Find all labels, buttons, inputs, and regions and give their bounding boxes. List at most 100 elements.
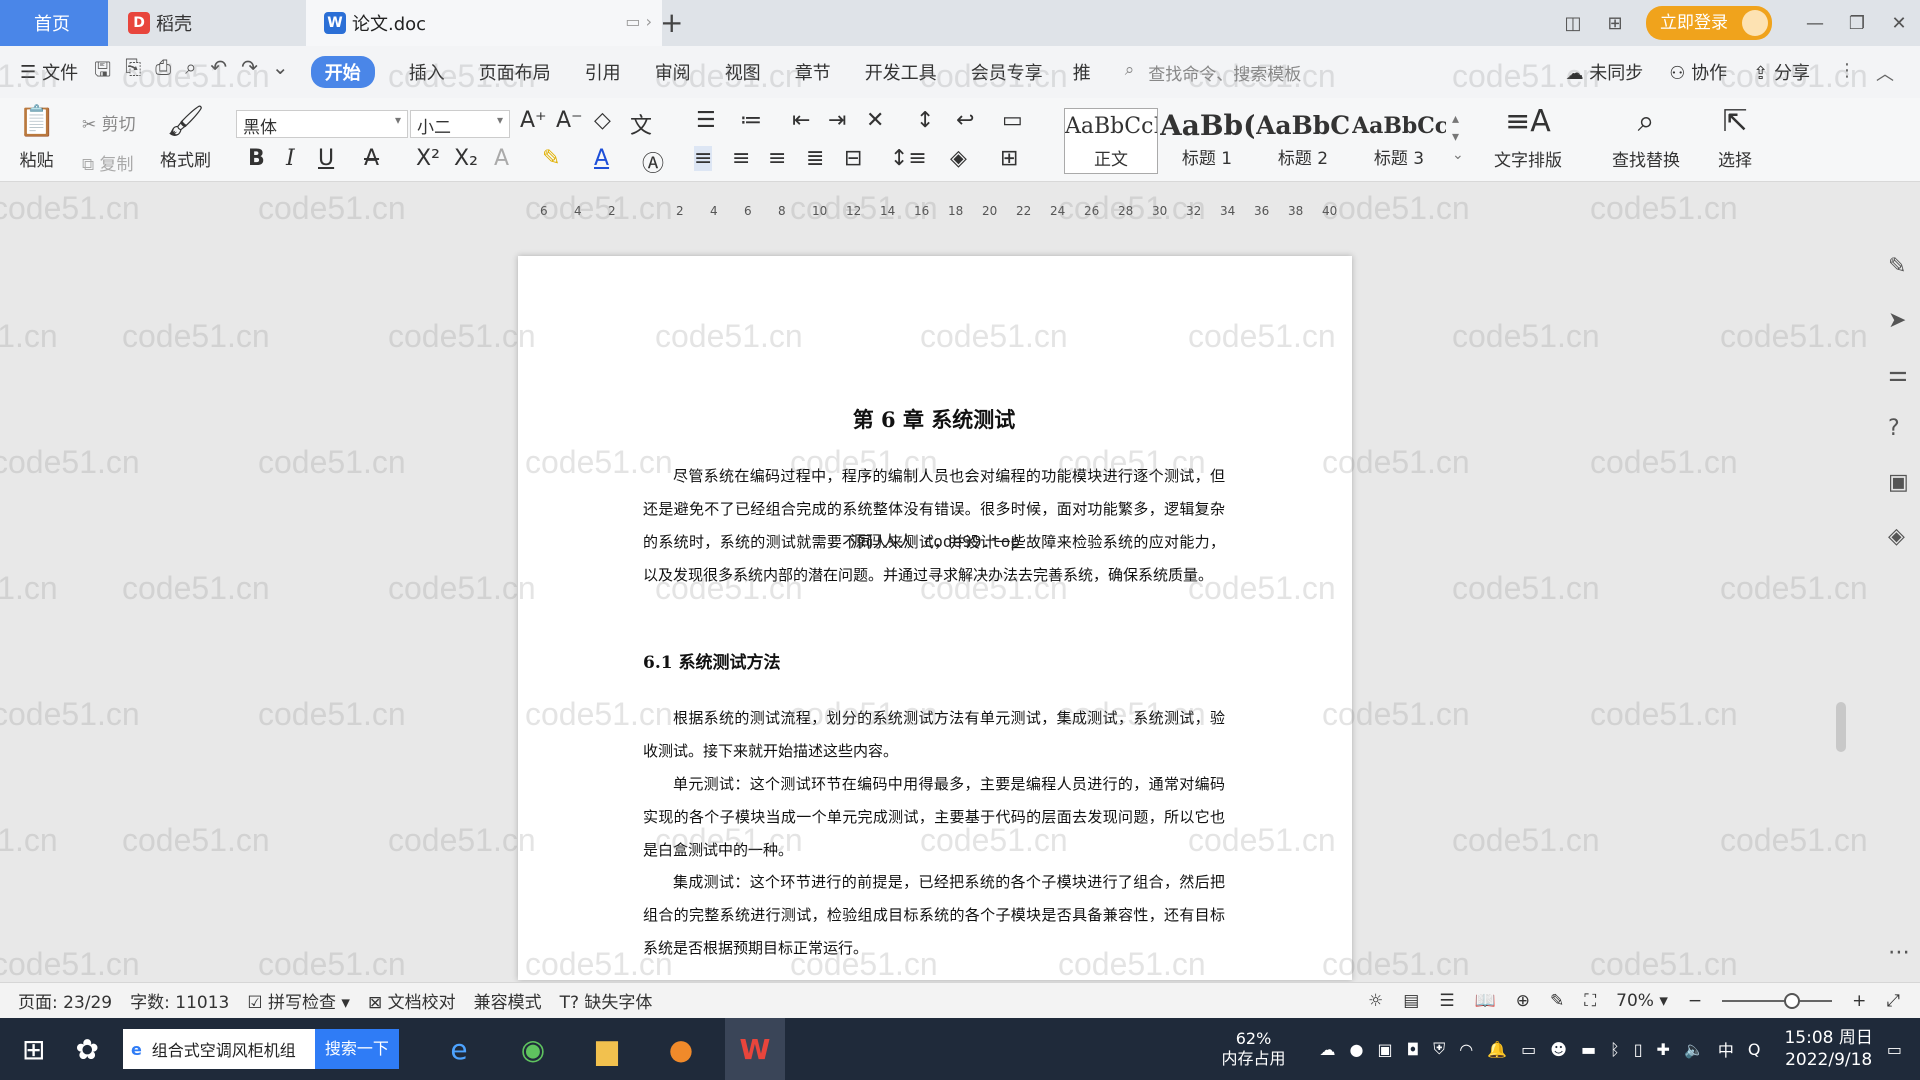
scrollbar-thumb[interactable] — [1836, 702, 1846, 752]
qq-icon[interactable]: ☻ — [1550, 1040, 1567, 1059]
pointer-icon[interactable]: ➤ — [1888, 308, 1906, 333]
volume-icon[interactable]: 🔈 — [1684, 1040, 1704, 1059]
print-icon[interactable]: ⎙ — [155, 55, 171, 89]
apps-grid-icon[interactable]: ⊞ — [1594, 13, 1636, 34]
layout-icon[interactable]: ◫ — [1552, 13, 1594, 34]
tray-app-icon[interactable]: ◘ — [1407, 1040, 1420, 1059]
missing-font[interactable]: T? 缺失字体 — [560, 988, 653, 1013]
vertical-scrollbar[interactable] — [1834, 232, 1848, 972]
clear-format-icon[interactable]: ◇ — [594, 108, 611, 133]
recorder-app-icon[interactable]: ● — [651, 1018, 711, 1080]
numbered-list-icon[interactable]: ≔ — [740, 108, 762, 133]
document-page[interactable]: 第 6 章 系统测试 尽管系统在编码过程中，程序的编制人员也会对编程的功能模块进… — [518, 256, 1352, 980]
justify-icon[interactable]: ≣ — [806, 146, 824, 171]
tab-start[interactable]: 开始 — [310, 56, 375, 88]
text-effect-icon[interactable]: A — [494, 146, 509, 171]
style-heading-2[interactable]: AaBbC 标题 2 — [1256, 108, 1350, 174]
minimize-icon[interactable]: — — [1794, 13, 1836, 34]
taskbar-search[interactable]: e 组合式空调风柜机组 搜索一下 — [122, 1029, 399, 1069]
pen-icon[interactable]: ✎ — [1888, 254, 1906, 279]
tab-daoke[interactable]: D 稻壳 — [110, 0, 300, 46]
new-tab-button[interactable]: + — [660, 6, 683, 39]
customize-chevron-icon[interactable]: ⌄ — [272, 55, 289, 89]
align-left-icon[interactable]: ≡ — [694, 146, 713, 171]
tab-view[interactable]: 视图 — [725, 59, 761, 85]
zoom-out-icon[interactable]: − — [1688, 991, 1702, 1011]
highlight-icon[interactable]: ✎ — [542, 146, 560, 171]
style-normal[interactable]: AaBbCcI 正文 — [1064, 108, 1158, 174]
tab-chapter[interactable]: 章节 — [795, 59, 831, 85]
close-icon[interactable]: ✕ — [1878, 13, 1920, 34]
wifi-icon[interactable]: ◠ — [1459, 1040, 1473, 1059]
windows-start-icon[interactable]: ⊞ — [22, 1033, 45, 1066]
assistant-icon[interactable]: ✿ — [75, 1033, 98, 1066]
taskbar-search-button[interactable]: 搜索一下 — [314, 1029, 399, 1069]
tray-app-icon[interactable]: ▭ — [1521, 1040, 1536, 1059]
page-view-icon[interactable]: ▤ — [1403, 991, 1419, 1011]
file-menu[interactable]: ☰ 文件 — [20, 59, 78, 85]
styles-scroll-icon[interactable]: ▴ ▾ ⌄ — [1452, 110, 1464, 164]
fit-page-icon[interactable]: ⛶ — [1584, 991, 1596, 1011]
tab-insert[interactable]: 插入 — [409, 59, 445, 85]
bullet-list-icon[interactable]: ☰ — [696, 108, 716, 133]
notification-bell-icon[interactable]: 🔔 — [1487, 1040, 1507, 1059]
zoom-in-icon[interactable]: + — [1852, 991, 1866, 1011]
read-view-icon[interactable]: 📖 — [1475, 991, 1496, 1011]
ie-browser-icon[interactable]: e — [429, 1018, 489, 1080]
distributed-icon[interactable]: ⊟ — [844, 146, 862, 171]
image-tool-icon[interactable]: ▣ — [1888, 470, 1909, 495]
align-center-icon[interactable]: ≡ — [732, 146, 750, 171]
collab-button[interactable]: ⚇ 协作 — [1669, 59, 1727, 85]
zoom-level[interactable]: 70% ▾ — [1616, 991, 1668, 1011]
zoom-slider-knob[interactable] — [1784, 993, 1801, 1009]
copy-button[interactable]: ⧉ 复制 — [82, 150, 134, 175]
taskbar-search-input[interactable]: 组合式空调风柜机组 — [142, 1037, 315, 1061]
font-color-icon[interactable]: A — [594, 146, 609, 171]
tab-document[interactable]: W 论文.doc ▭ › — [306, 0, 662, 46]
input-method-icon[interactable]: Q — [1748, 1040, 1761, 1059]
paste-button[interactable]: 📋 粘贴 — [18, 104, 55, 171]
usb-icon[interactable]: ▯ — [1634, 1040, 1643, 1059]
font-name-select[interactable]: 黑体 ▾ — [236, 110, 408, 138]
more-dots-icon[interactable]: ⋯ — [1888, 940, 1910, 965]
text-layout-button[interactable]: ≡A 文字排版 — [1494, 104, 1562, 171]
tray-app-icon[interactable]: ▣ — [1377, 1040, 1392, 1059]
shrink-font-icon[interactable]: A⁻ — [556, 108, 583, 133]
borders-icon[interactable]: ⊞ — [1000, 146, 1018, 171]
redo-icon[interactable]: ↷ — [241, 55, 258, 89]
tab-page-layout[interactable]: 页面布局 — [479, 59, 551, 85]
show-marks-icon[interactable]: ↩ — [956, 108, 974, 133]
doc-proof[interactable]: ⊠ 文档校对 — [368, 988, 456, 1013]
horizontal-ruler[interactable]: 6 4 2 2 4 6 8 10 12 14 16 18 20 22 24 26 28 30 32 34 36 38 40 — [540, 204, 1340, 222]
wps-app-icon[interactable]: W — [724, 1018, 785, 1080]
increase-indent-icon[interactable]: ⇥ — [828, 108, 846, 133]
align-right-icon[interactable]: ≡ — [768, 146, 786, 171]
find-replace-button[interactable]: ⌕ 查找替换 — [1612, 104, 1680, 171]
subscript-icon[interactable]: X₂ — [454, 146, 478, 171]
sliders-icon[interactable]: ⚌ — [1888, 362, 1908, 387]
tab-home[interactable]: 首页 — [0, 0, 108, 46]
bluetooth-icon[interactable]: ᛒ — [1610, 1040, 1620, 1059]
decrease-indent-icon[interactable]: ⇤ — [792, 108, 810, 133]
tray-app-icon[interactable]: ✚ — [1657, 1040, 1670, 1059]
save-icon[interactable]: 🖫 — [94, 55, 111, 89]
table-ruler-icon[interactable]: ▭ — [1002, 108, 1023, 133]
chinese-layout-icon[interactable]: ✕ — [866, 108, 884, 133]
superscript-icon[interactable]: X² — [416, 146, 440, 171]
eye-protect-icon[interactable]: ☼ — [1368, 991, 1383, 1011]
select-button[interactable]: ⇱ 选择 — [1718, 104, 1752, 171]
tab-more[interactable]: 推 — [1073, 59, 1091, 85]
cut-button[interactable]: ✂ 剪切 — [82, 110, 136, 135]
outline-view-icon[interactable]: ☰ — [1439, 991, 1454, 1011]
web-view-icon[interactable]: ⊕ — [1516, 991, 1530, 1011]
write-view-icon[interactable]: ✎ — [1550, 991, 1564, 1011]
command-search[interactable]: ⌕ 查找命令、搜索模板 — [1125, 60, 1302, 85]
compass-icon[interactable]: ◈ — [1888, 524, 1905, 549]
360-browser-icon[interactable]: ◉ — [503, 1018, 563, 1080]
tab-tools-icon[interactable]: ▭ › — [625, 12, 652, 31]
word-count[interactable]: 字数: 11013 — [130, 988, 229, 1013]
tray-app-icon[interactable]: ● — [1350, 1040, 1364, 1059]
font-size-select[interactable]: 小二 ▾ — [410, 110, 510, 138]
format-painter-button[interactable]: 🖌 格式刷 — [160, 104, 211, 171]
help-icon[interactable]: ? — [1888, 416, 1900, 441]
